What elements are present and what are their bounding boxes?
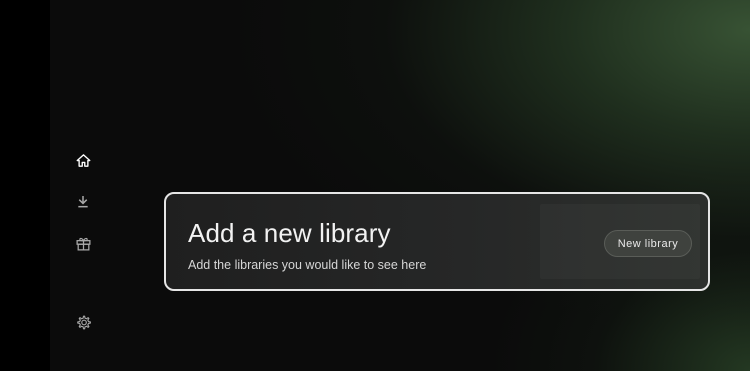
download-icon — [78, 195, 88, 208]
nav-item-downloads[interactable] — [66, 188, 100, 216]
card-subtitle: Add the libraries you would like to see … — [188, 258, 427, 272]
gift-icon — [75, 237, 91, 251]
new-library-button[interactable]: New library — [604, 230, 692, 257]
side-navigation — [66, 0, 100, 371]
left-edge — [0, 0, 50, 371]
nav-item-home[interactable] — [66, 146, 100, 174]
nav-item-settings[interactable] — [66, 308, 100, 336]
settings-gear-icon — [76, 315, 91, 329]
card-title: Add a new library — [188, 218, 391, 248]
app-screen: Add a new library Add the libraries you … — [0, 0, 750, 371]
add-library-card[interactable]: Add a new library Add the libraries you … — [164, 192, 710, 291]
nav-item-gifts[interactable] — [66, 229, 100, 257]
home-icon — [76, 153, 90, 167]
main-background — [50, 0, 750, 371]
